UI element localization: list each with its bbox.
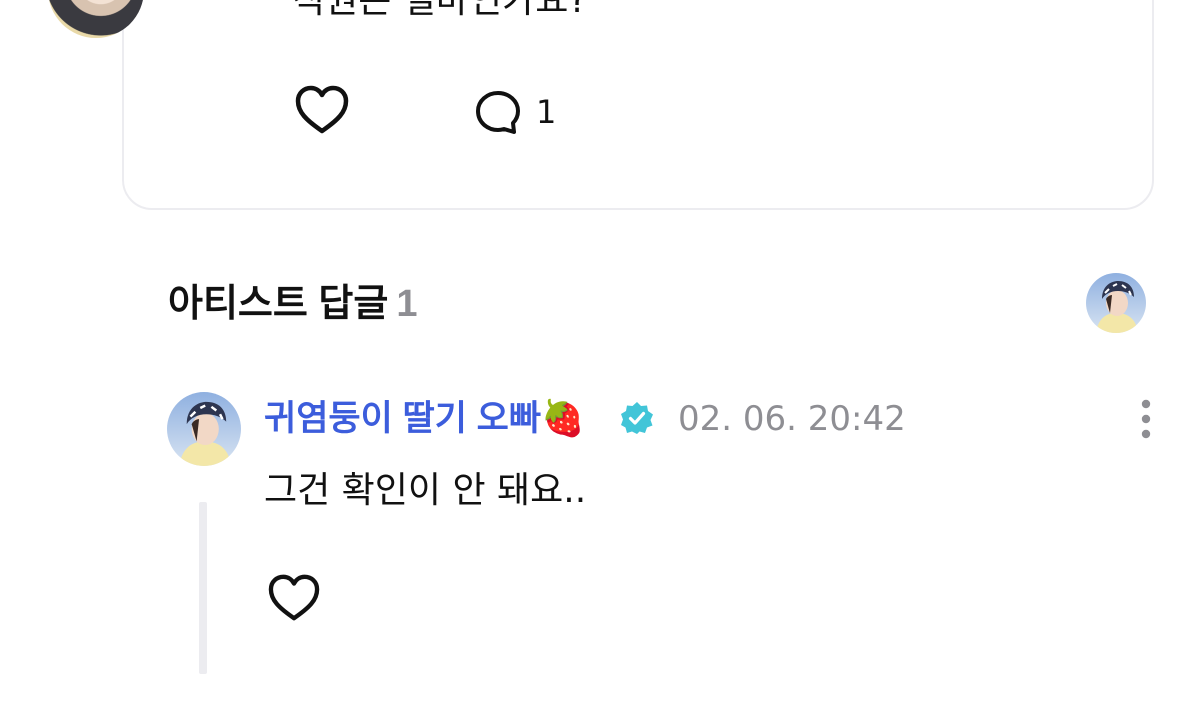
post-like-button[interactable] [294,84,350,136]
speech-bubble-icon [476,91,520,134]
heart-icon [268,574,320,621]
reply-author-avatar[interactable] [167,392,241,466]
artist-avatar-image [167,392,241,466]
post-comment-button[interactable]: 1 [474,88,556,136]
post-card: 직원은 얼마인가요? 1 [122,0,1154,210]
artist-replies-count: 1 [396,283,418,325]
artist-reply-page: 직원은 얼마인가요? 1 아티스트 답글 1 귀염둥이 딸기 오빠🍓 02. 0… [0,0,1191,711]
more-vertical-icon [1141,399,1151,439]
reply-author-name[interactable]: 귀염둥이 딸기 오빠🍓 [264,393,585,445]
artist-replies-title: 아티스트 답글 1 [168,278,417,330]
post-text: 직원은 얼마인가요? [292,0,588,21]
reply-text: 그건 확인이 안 돼요.. [264,470,587,511]
artist-avatar-small[interactable] [1086,273,1146,333]
comment-count: 1 [536,93,557,131]
reply-timestamp: 02. 06. 20:42 [678,399,906,439]
reply-more-button[interactable] [1128,398,1164,442]
artist-replies-label: 아티스트 답글 [168,283,389,325]
verified-badge-icon [621,402,653,434]
reply-thread-line [199,502,207,674]
heart-icon [295,85,349,134]
reply-like-button[interactable] [266,573,322,623]
artist-avatar-image [1086,273,1146,333]
